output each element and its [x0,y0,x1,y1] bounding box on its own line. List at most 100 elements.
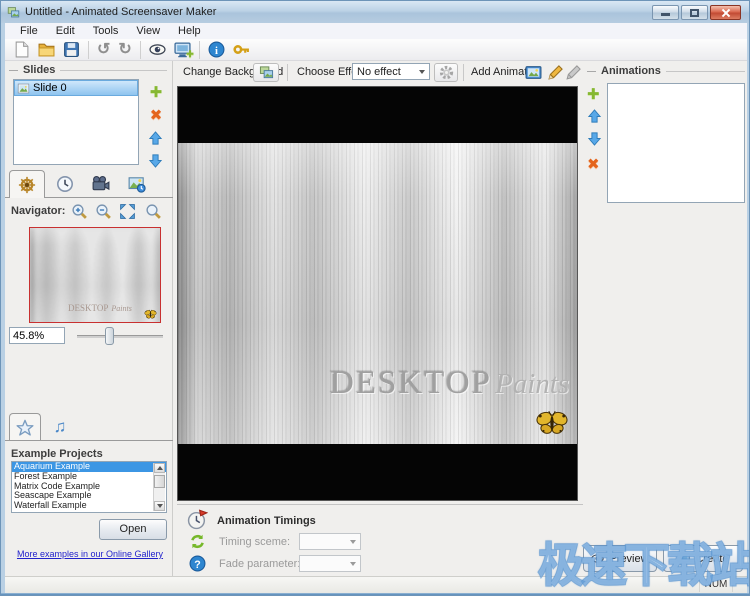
fade-parameter-label: Fade parameter: [219,558,301,570]
toolbar-separator [198,40,200,59]
video-camera-icon [92,175,110,193]
animations-list[interactable] [607,83,745,203]
plus-badge-icon: ✚ [186,49,194,59]
save-project-icon[interactable] [63,41,80,58]
content-area: Slides Slide 0 ✚ ✖ Navigator: DESKTOP Pa… [5,61,747,576]
add-slide-button[interactable]: ✚ [145,85,167,100]
clock-icon [56,175,74,193]
add-animation-button[interactable]: ✚ [587,87,600,102]
delete-slide-button[interactable]: ✖ [145,108,167,123]
list-item[interactable]: Waterfall Example [12,501,166,511]
minimize-button[interactable] [652,5,679,20]
main-toolbar: ↺ ↻ ✚ [5,39,747,61]
zoom-out-icon[interactable] [95,203,112,220]
thumbnail-watermark: DESKTOP Paints [68,303,132,313]
zoom-in-icon[interactable] [71,203,88,220]
canvas-background: DESKTOP Paints [178,143,577,444]
window-title: Untitled - Animated Screensaver Maker [25,6,217,18]
add-image-animation-icon[interactable] [525,64,542,81]
left-panel: Slides Slide 0 ✚ ✖ Navigator: DESKTOP Pa… [5,61,173,576]
redo-icon[interactable]: ↻ [118,42,131,58]
slide-canvas[interactable]: DESKTOP Paints [177,86,578,501]
open-example-button[interactable]: Open [99,519,167,540]
online-gallery-link[interactable]: More examples in our Online Gallery [13,549,167,559]
tab-slide-timing[interactable] [47,170,83,198]
tab-slide-video[interactable] [83,170,119,198]
info-icon[interactable] [208,41,225,58]
menu-file[interactable]: File [11,24,47,38]
thumbnail-butterfly-icon [144,309,157,320]
change-background-button[interactable] [253,63,279,82]
list-item[interactable]: Matrix Code Example [12,482,166,492]
title-bar[interactable]: Untitled - Animated Screensaver Maker [1,1,749,23]
list-item[interactable]: Forest Example [12,472,166,482]
effect-value: No effect [357,65,401,78]
slides-group-header: Slides [9,64,167,76]
site-watermark: 极速下载站 [537,538,750,592]
move-slide-up-button[interactable] [148,131,163,146]
example-projects-header: Example Projects [11,448,103,460]
fade-parameter-select [299,555,361,572]
effect-select[interactable]: No effect [352,63,430,80]
tab-slide-settings[interactable] [9,170,45,198]
toolbar-separator [287,64,288,81]
navigator-thumbnail[interactable]: DESKTOP Paints [29,227,161,323]
scroll-down-button[interactable] [154,501,165,511]
example-projects-list[interactable]: Aquarium Example Forest Example Matrix C… [11,461,167,513]
app-icon [7,6,20,19]
gear-icon [439,65,454,80]
menu-edit[interactable]: Edit [47,24,84,38]
toolbar-separator [88,40,89,59]
new-project-icon[interactable] [13,41,30,58]
undo-icon[interactable]: ↺ [97,42,110,58]
helm-wheel-icon [18,176,36,194]
zoom-value-input[interactable] [9,327,65,344]
close-button[interactable] [710,5,741,20]
move-animation-up-button[interactable] [587,109,602,124]
register-key-icon[interactable] [233,41,250,58]
slide-thumbnail-icon [17,82,30,95]
scroll-up-button[interactable] [154,463,165,473]
app-window: Untitled - Animated Screensaver Maker Fi… [0,0,750,596]
slide-list-item[interactable]: Slide 0 [14,80,138,96]
move-slide-down-button[interactable] [148,153,163,168]
tab-example-projects[interactable] [9,413,41,441]
butterfly-sprite[interactable] [535,409,569,438]
install-screensaver-icon[interactable]: ✚ [174,41,194,59]
minimize-icon [661,13,670,16]
question-mark-icon [189,555,206,572]
slides-list[interactable]: Slide 0 [13,79,139,165]
slides-header-label: Slides [23,64,56,76]
tab-music[interactable]: ♫ [45,413,75,441]
slide-label: Slide 0 [33,82,67,94]
triangle-down-icon [156,504,163,508]
move-animation-down-button[interactable] [587,131,602,146]
triangle-up-icon [156,466,163,470]
maximize-icon [690,9,699,17]
menu-help[interactable]: Help [169,24,210,38]
scrollbar-thumb[interactable] [154,475,165,488]
preview-eye-icon[interactable] [149,41,166,58]
zoom-slider-thumb[interactable] [105,327,114,345]
delete-animation-button[interactable]: ✖ [587,157,600,172]
zoom-actual-icon[interactable] [145,203,162,220]
tab-strip-divider [5,440,173,441]
canvas-letterbox-top [178,87,577,143]
dropdown-arrow-icon [345,556,360,571]
list-item[interactable]: Aquarium Example [12,462,166,472]
open-project-icon[interactable] [38,41,55,58]
maximize-button[interactable] [681,5,708,20]
menu-view[interactable]: View [127,24,169,38]
toolbar-separator [139,40,141,59]
zoom-fit-icon[interactable] [119,203,136,220]
menu-tools[interactable]: Tools [84,24,128,38]
tab-slide-schedule[interactable] [119,170,155,198]
animation-timings-header: Animation Timings [217,515,316,527]
timing-scheme-select [299,533,361,550]
list-item[interactable]: Seascape Example [12,491,166,501]
zoom-slider-track[interactable] [77,335,163,338]
list-scrollbar[interactable] [153,463,165,511]
edit-animation-pencil-icon[interactable] [547,64,564,81]
timer-icon [187,509,208,530]
animations-header-label: Animations [601,65,661,77]
